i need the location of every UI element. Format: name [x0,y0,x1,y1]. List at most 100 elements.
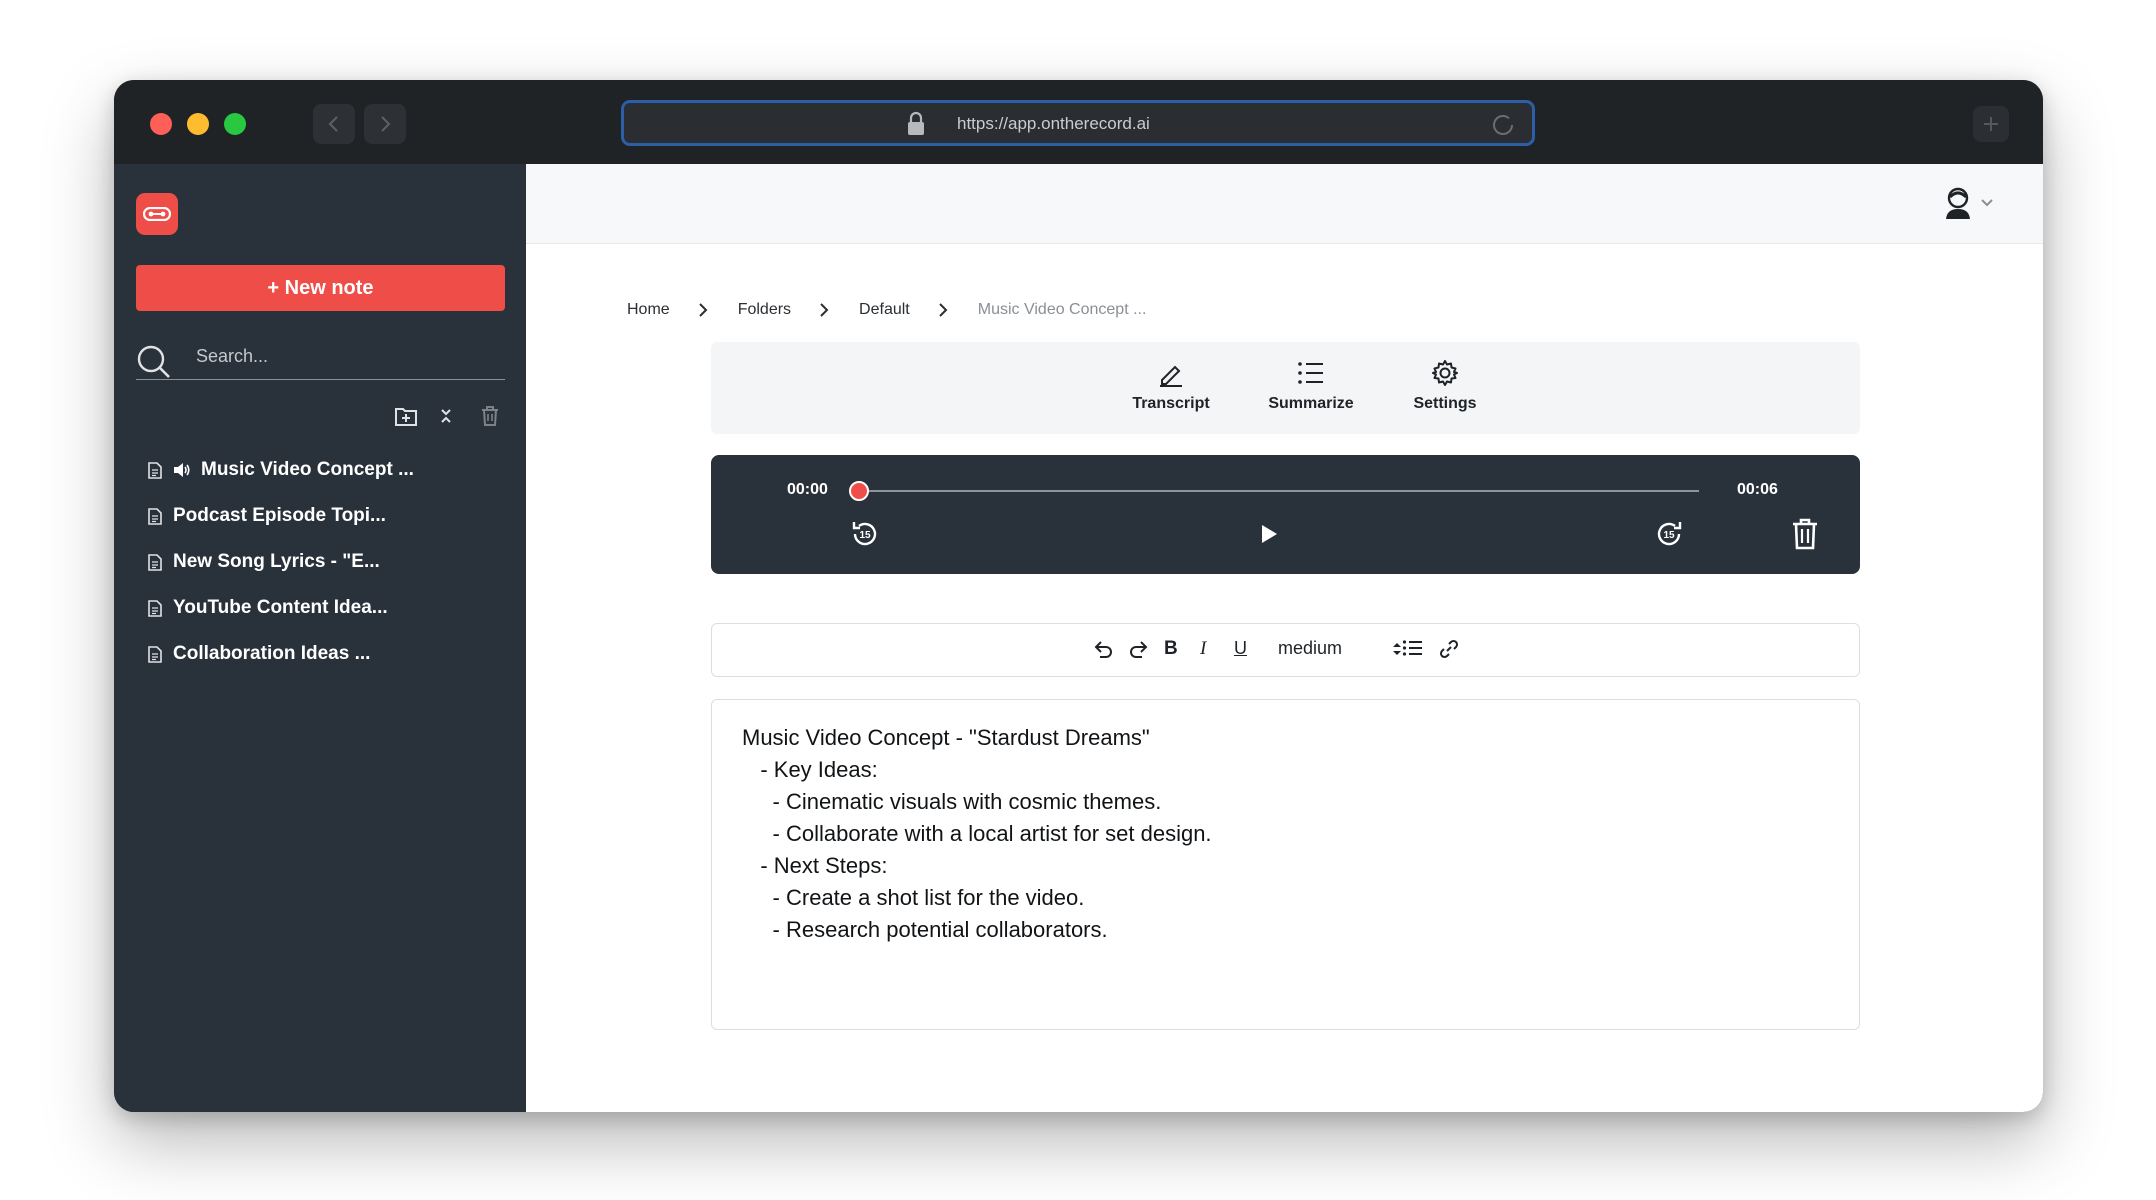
link-icon [1439,639,1459,659]
reload-icon[interactable] [1490,112,1516,138]
breadcrumb-current: Music Video Concept ... [977,301,1147,318]
bold-button[interactable]: B [1164,638,1178,660]
minimize-window-button[interactable] [187,113,209,135]
main-content: Home Folders Default Music Video Concept… [526,164,2043,1112]
list-item[interactable]: New Song Lyrics - "E... [114,539,526,585]
new-folder-button[interactable] [394,405,418,432]
note-title: Collaboration Ideas ... [173,643,371,664]
trash-icon [482,406,498,426]
document-icon [148,599,162,617]
forward-15-button[interactable]: 15 [1653,518,1685,550]
note-actions-bar: Transcript Summarize Settings [711,342,1860,434]
current-time: 00:00 [787,481,828,498]
cassette-icon [143,207,171,221]
folder-plus-icon [395,408,417,426]
search-box [136,336,505,380]
note-editor[interactable]: Music Video Concept - "Stardust Dreams" … [711,699,1860,1030]
breadcrumb-home[interactable]: Home [627,301,670,319]
settings-label: Settings [1413,395,1477,412]
delete-recording-button[interactable] [1791,518,1819,550]
document-icon [148,507,162,525]
play-button[interactable] [1259,523,1279,545]
document-icon [148,461,162,479]
forward-button[interactable] [364,104,406,144]
note-title: Music Video Concept ... [201,459,414,480]
user-menu[interactable] [1944,186,1994,220]
rewind-seconds: 15 [859,530,871,541]
document-icon [148,553,162,571]
editor-line: - Key Ideas: [742,757,878,782]
breadcrumb-folders[interactable]: Folders [738,301,791,319]
audio-player: 00:00 00:06 15 15 [711,455,1860,574]
play-icon [1262,525,1277,543]
app-logo[interactable] [136,193,178,235]
select-arrows-icon [1392,641,1402,657]
font-size-value: medium [1278,638,1343,658]
underline-button[interactable]: U [1234,638,1247,659]
link-button[interactable] [1438,638,1460,660]
list-icon [1297,356,1325,390]
transcript-button[interactable]: Transcript [1111,356,1231,413]
font-size-select[interactable]: medium [1278,638,1402,659]
collapse-icon [441,409,451,423]
chevron-down-icon [1981,199,1993,207]
editor-line: - Research potential collaborators. [742,917,1108,942]
collapse-all-button[interactable] [439,405,453,432]
breadcrumb: Home Folders Default Music Video Concept… [627,301,1146,319]
browser-window: https://app.ontherecord.ai + New note Se… [114,80,2043,1112]
trash-icon [1793,518,1817,550]
document-icon [148,645,162,663]
transcript-label: Transcript [1132,395,1210,412]
url-text: https://app.ontherecord.ai [957,114,1150,133]
list-item[interactable]: Podcast Episode Topi... [114,493,526,539]
editor-line: - Create a shot list for the video. [742,885,1085,910]
note-list: Music Video Concept ... Podcast Episode … [114,447,526,677]
bullet-list-button[interactable] [1402,638,1424,658]
search-input[interactable] [196,342,496,370]
chevron-right-icon [381,116,391,132]
plus-icon [1984,117,1998,131]
search-icon [137,345,170,378]
rewind-15-icon: 15 [852,522,877,546]
list-item[interactable]: YouTube Content Idea... [114,585,526,631]
address-bar[interactable]: https://app.ontherecord.ai [621,100,1535,146]
settings-button[interactable]: Settings [1385,356,1505,413]
lock-icon [908,111,924,135]
list-icon [1402,640,1422,656]
forward-15-icon: 15 [1657,522,1682,546]
seek-handle[interactable] [849,481,869,501]
maximize-window-button[interactable] [224,113,246,135]
note-title: Podcast Episode Topi... [173,505,386,526]
redo-button[interactable] [1128,638,1150,660]
list-item[interactable]: Collaboration Ideas ... [114,631,526,677]
chevron-right-icon [698,303,708,317]
chevron-left-icon [328,116,338,132]
back-button[interactable] [313,104,355,144]
list-item[interactable]: Music Video Concept ... [114,447,526,493]
editor-line: - Next Steps: [742,853,888,878]
editor-line: Music Video Concept - "Stardust Dreams" [742,725,1150,750]
new-tab-button[interactable] [1973,106,2009,142]
summarize-label: Summarize [1268,395,1354,412]
undo-button[interactable] [1092,638,1114,660]
user-avatar-icon [1946,187,1970,219]
italic-button[interactable]: I [1200,638,1206,660]
note-title: YouTube Content Idea... [173,597,388,618]
delete-notes-button[interactable] [480,405,500,432]
chevron-right-icon [819,303,829,317]
editor-toolbar: B I U medium [711,623,1860,677]
redo-icon [1130,641,1148,658]
undo-icon [1094,641,1112,658]
rewind-15-button[interactable]: 15 [849,518,881,550]
note-title: New Song Lyrics - "E... [173,551,380,572]
close-window-button[interactable] [150,113,172,135]
breadcrumb-default[interactable]: Default [859,301,910,319]
seek-bar[interactable] [857,490,1699,492]
duration: 00:06 [1737,481,1778,498]
sidebar: + New note Search... Music Video Concept… [114,164,526,1112]
gear-icon [1430,356,1460,390]
summarize-button[interactable]: Summarize [1251,356,1371,413]
editor-line: - Collaborate with a local artist for se… [742,821,1212,846]
chevron-right-icon [938,303,948,317]
new-note-button[interactable]: + New note [136,265,505,311]
